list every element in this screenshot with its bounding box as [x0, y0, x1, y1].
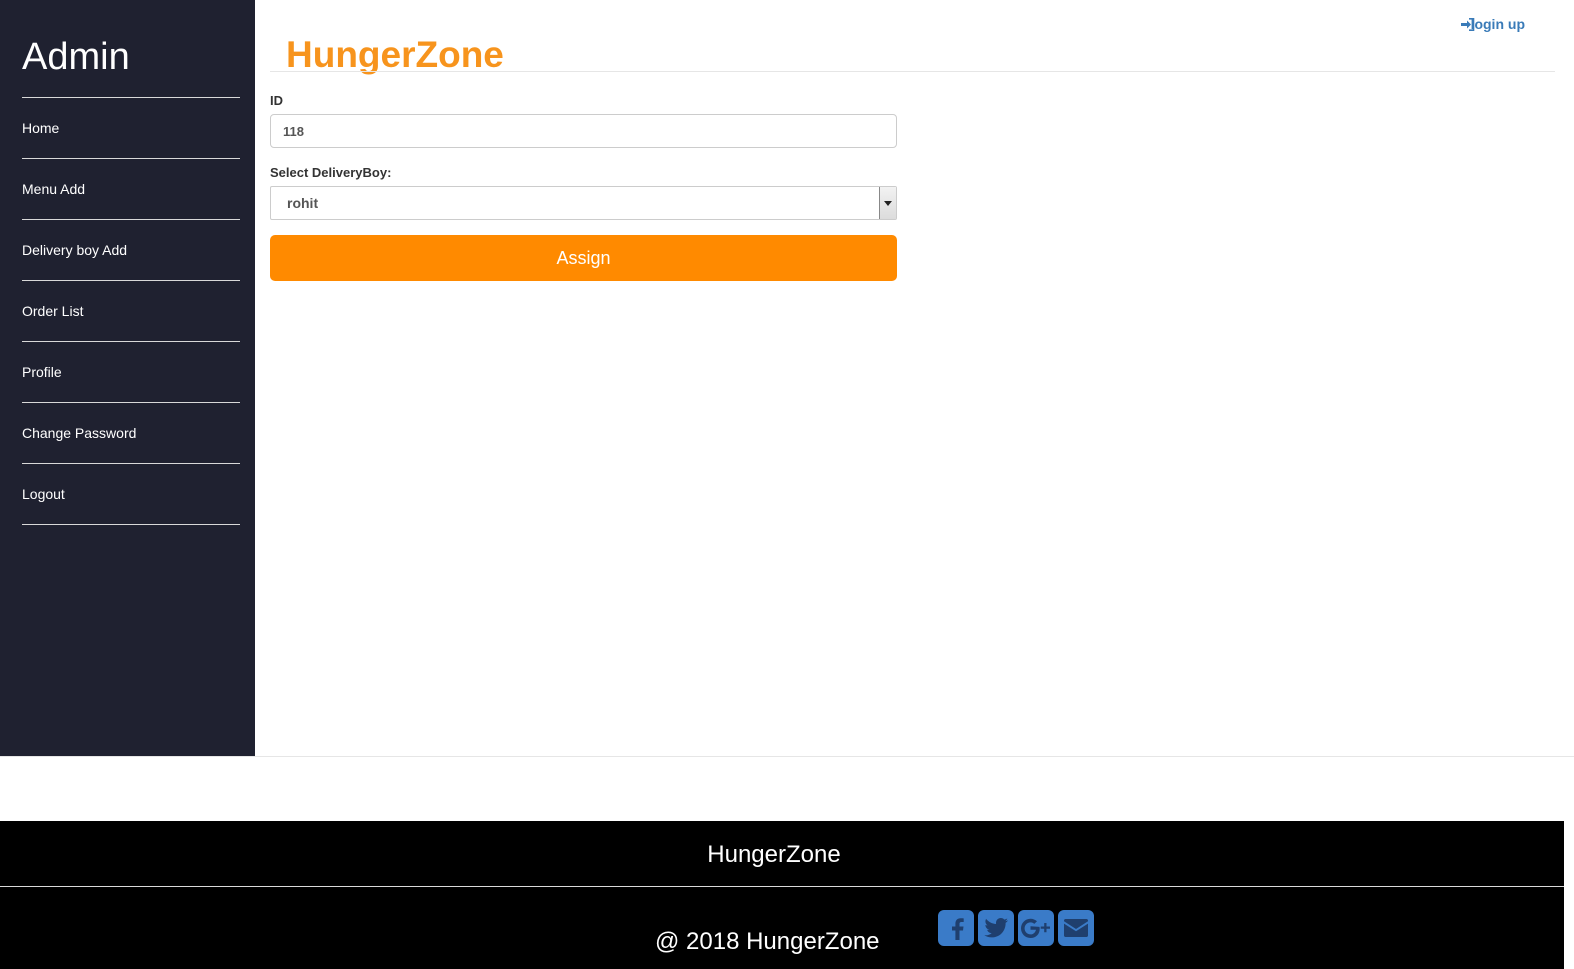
- sidebar-item-change-password[interactable]: Change Password: [22, 403, 240, 464]
- sidebar-item-home[interactable]: Home: [22, 98, 240, 159]
- header-divider: [270, 71, 1555, 72]
- assign-button[interactable]: Assign: [270, 235, 897, 281]
- google-plus-icon[interactable]: [1018, 910, 1054, 946]
- id-input[interactable]: [270, 114, 897, 148]
- login-link[interactable]: login up: [1460, 16, 1525, 32]
- footer: HungerZone @ 2018 HungerZone: [0, 821, 1564, 969]
- login-label: login up: [1470, 16, 1525, 32]
- sidebar-item-delivery-boy-add[interactable]: Delivery boy Add: [22, 220, 240, 281]
- main-content: HungerZone login up ID Select DeliveryBo…: [255, 0, 1565, 756]
- facebook-icon[interactable]: [938, 910, 974, 946]
- footer-divider: [0, 886, 1564, 887]
- delivery-boy-select[interactable]: rohit: [270, 186, 897, 220]
- sidebar: Admin Home Menu Add Delivery boy Add Ord…: [0, 0, 255, 756]
- social-links: [938, 910, 1094, 946]
- footer-copyright: @ 2018 HungerZone: [655, 928, 880, 955]
- sidebar-item-menu-add[interactable]: Menu Add: [22, 159, 240, 220]
- sidebar-title: Admin: [22, 36, 130, 78]
- sidebar-item-logout[interactable]: Logout: [22, 464, 240, 525]
- brand-title: HungerZone: [286, 34, 504, 75]
- select-delivery-boy-label: Select DeliveryBoy:: [270, 165, 392, 180]
- twitter-icon[interactable]: [978, 910, 1014, 946]
- sidebar-item-profile[interactable]: Profile: [22, 342, 240, 403]
- delivery-boy-selected-value: rohit: [287, 195, 319, 211]
- sidebar-nav: Home Menu Add Delivery boy Add Order Lis…: [22, 97, 240, 525]
- sidebar-item-order-list[interactable]: Order List: [22, 281, 240, 342]
- id-label: ID: [270, 93, 283, 108]
- email-icon[interactable]: [1058, 910, 1094, 946]
- assign-form: ID Select DeliveryBoy: rohit Assign: [270, 93, 897, 281]
- dropdown-arrow-icon[interactable]: [879, 187, 896, 219]
- content-spacer: [0, 756, 1574, 821]
- footer-brand: HungerZone: [707, 841, 841, 868]
